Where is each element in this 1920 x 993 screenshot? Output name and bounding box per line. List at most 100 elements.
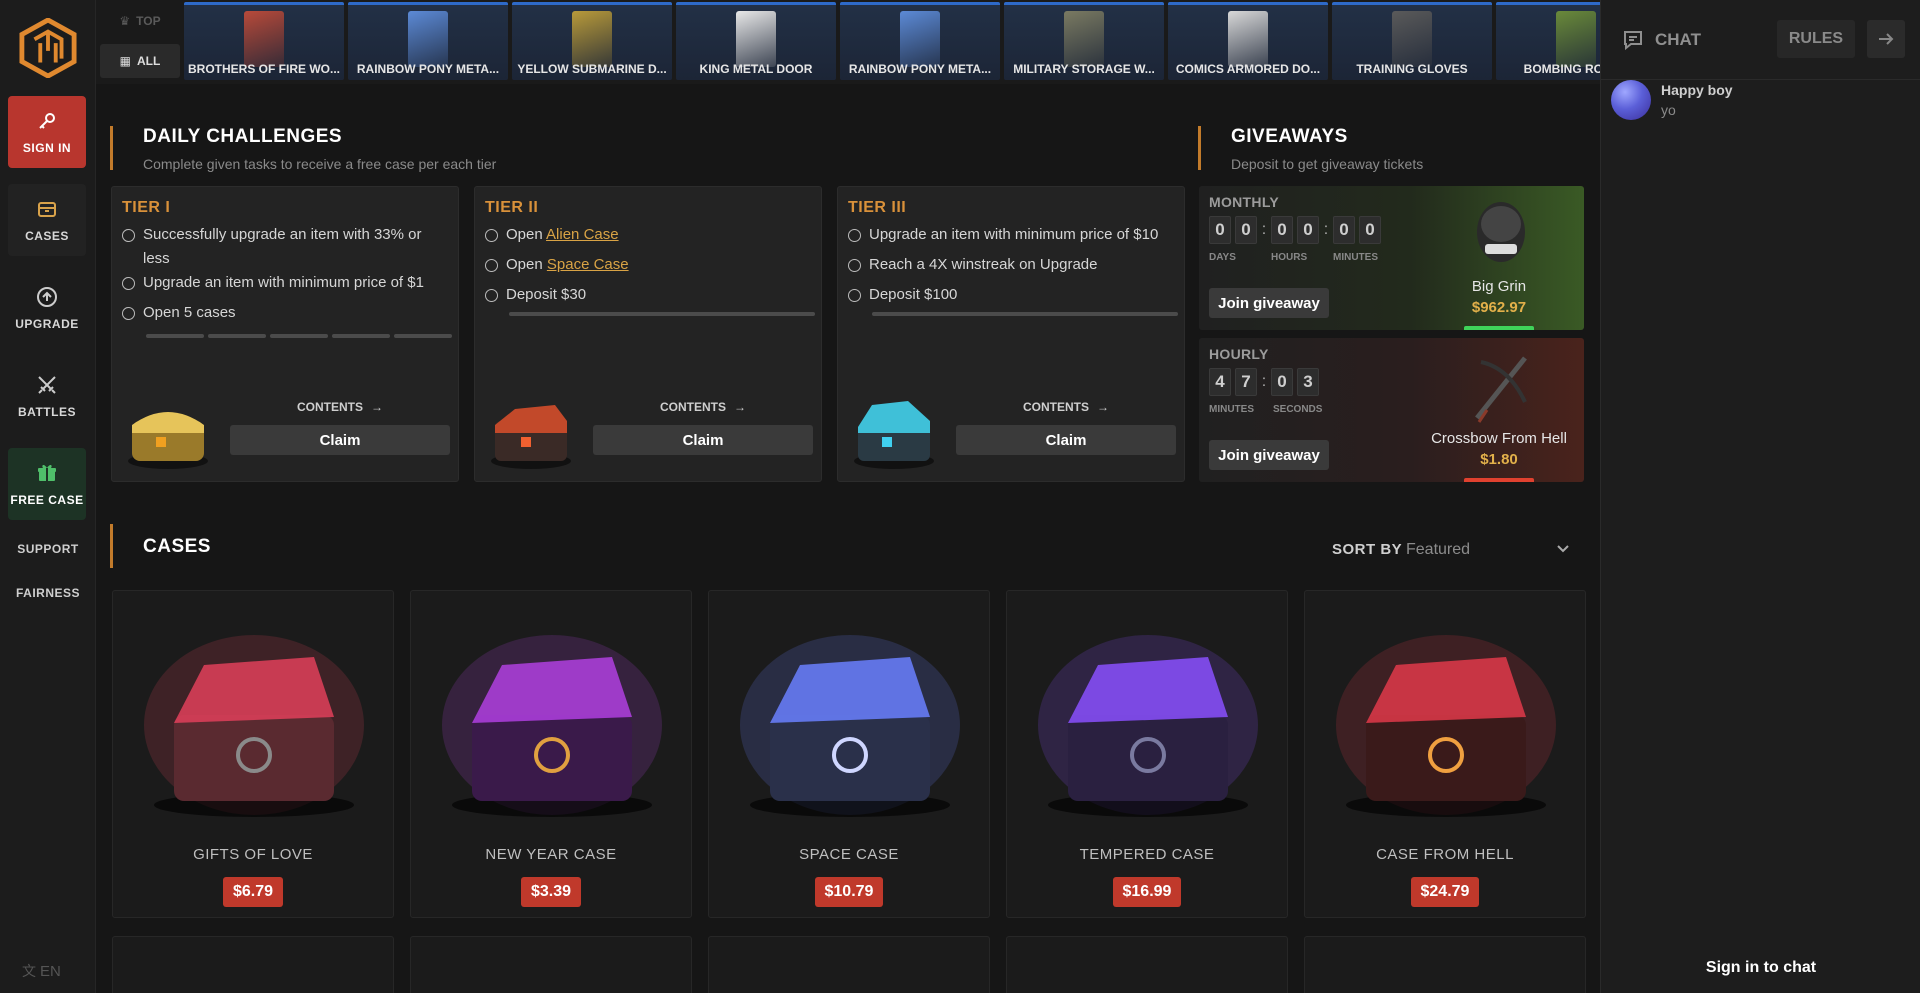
case-image xyxy=(1038,635,1258,817)
drop-item-name: BOMBING ROADS xyxy=(1523,62,1600,76)
avatar[interactable] xyxy=(1611,80,1651,120)
task-item: Deposit $30 xyxy=(485,283,815,307)
contents-link[interactable]: CONTENTS → xyxy=(232,400,448,414)
case-card[interactable]: NEW YEAR CASE $3.39 xyxy=(410,590,692,918)
site-logo[interactable] xyxy=(19,17,77,79)
case-name: SPACE CASE xyxy=(799,846,899,863)
join-giveaway-button[interactable]: Join giveaway xyxy=(1209,288,1329,318)
sidebar: SIGN IN CASES UPGRADE BATTLES FREE CASE … xyxy=(0,0,96,993)
tier-card-3: TIER III Upgrade an item with minimum pr… xyxy=(837,186,1185,482)
claim-button[interactable]: Claim xyxy=(956,425,1176,455)
checkbox-circle-icon xyxy=(848,229,861,242)
sidebar-item-cases[interactable]: CASES xyxy=(8,184,86,256)
contents-link[interactable]: CONTENTS → xyxy=(595,400,811,414)
task-item: Upgrade an item with minimum price of $1… xyxy=(848,223,1178,247)
countdown-digit: 7 xyxy=(1235,368,1257,396)
task-text: Deposit $100 xyxy=(869,286,958,303)
drop-item-name: RAINBOW PONY META... xyxy=(848,62,992,76)
collapse-chat-button[interactable] xyxy=(1867,20,1905,58)
language-selector[interactable]: 文 EN xyxy=(22,961,61,981)
alien-case-link[interactable]: Alien Case xyxy=(546,226,619,243)
case-card[interactable] xyxy=(1304,936,1586,993)
task-text: Upgrade an item with minimum price of $1 xyxy=(143,274,424,291)
live-drop-item[interactable]: BROTHERS OF FIRE WO... xyxy=(184,2,344,80)
live-drop-item[interactable]: COMICS ARMORED DO... xyxy=(1168,2,1328,80)
sidebar-item-upgrade[interactable]: UPGRADE xyxy=(8,272,86,344)
case-card[interactable] xyxy=(112,936,394,993)
drop-item-name: TRAINING GLOVES xyxy=(1356,62,1468,76)
countdown-digit: 0 xyxy=(1209,216,1231,244)
countdown-separator: : xyxy=(1261,373,1267,390)
countdown-separator: : xyxy=(1261,221,1267,238)
prize-image xyxy=(1477,202,1525,262)
sidebar-item-fairness[interactable]: FAIRNESS xyxy=(0,586,96,600)
sort-select[interactable]: Featured xyxy=(1406,541,1470,559)
chevron-down-icon[interactable] xyxy=(1556,541,1570,555)
contents-label: CONTENTS xyxy=(297,400,363,414)
chat-message: Happy boy yo xyxy=(1611,80,1911,124)
live-drop-item[interactable]: RAINBOW PONY META... xyxy=(840,2,1000,80)
live-drop-item[interactable]: MILITARY STORAGE W... xyxy=(1004,2,1164,80)
task-progress xyxy=(872,312,1178,316)
live-drop-item[interactable]: TRAINING GLOVES xyxy=(1332,2,1492,80)
translate-icon: 文 xyxy=(22,963,36,979)
case-image xyxy=(442,635,662,817)
sidebar-item-sign-in[interactable]: SIGN IN xyxy=(8,96,86,168)
case-card[interactable]: GIFTS OF LOVE $6.79 xyxy=(112,590,394,918)
giveaways-title: GIVEAWAYS xyxy=(1231,126,1348,147)
space-case-link[interactable]: Space Case xyxy=(547,256,629,273)
live-drop-item[interactable]: RAINBOW PONY META... xyxy=(348,2,508,80)
drop-item-name: KING METAL DOOR xyxy=(699,62,813,76)
contents-link[interactable]: CONTENTS → xyxy=(958,400,1174,414)
case-card[interactable]: CASE FROM HELL $24.79 xyxy=(1304,590,1586,918)
sidebar-item-free-case[interactable]: FREE CASE xyxy=(8,448,86,520)
rules-button[interactable]: RULES xyxy=(1777,20,1855,58)
live-drop-item[interactable]: KING METAL DOOR xyxy=(676,2,836,80)
drop-item-image xyxy=(572,11,612,67)
tab-all-label: ALL xyxy=(137,54,161,68)
live-drop-item[interactable]: YELLOW SUBMARINE D... xyxy=(512,2,672,80)
task-progress xyxy=(146,334,452,338)
chat-title: CHAT xyxy=(1621,28,1701,52)
sign-in-to-chat-button[interactable]: Sign in to chat xyxy=(1601,959,1920,977)
case-card[interactable]: SPACE CASE $10.79 xyxy=(708,590,990,918)
sidebar-item-battles[interactable]: BATTLES xyxy=(8,360,86,432)
tab-all[interactable]: ▦ ALL xyxy=(100,44,180,78)
case-card[interactable] xyxy=(1006,936,1288,993)
live-drop-item[interactable]: BOMBING ROADS xyxy=(1496,2,1600,80)
sidebar-item-label: BATTLES xyxy=(18,405,76,419)
sidebar-item-label: SIGN IN xyxy=(22,141,72,155)
case-card[interactable]: TEMPERED CASE $16.99 xyxy=(1006,590,1288,918)
task-item: Open Alien Case xyxy=(485,223,815,247)
chat-username[interactable]: Happy boy xyxy=(1661,82,1733,98)
tier1-case-image xyxy=(128,412,208,469)
checkbox-circle-icon xyxy=(485,229,498,242)
cases-header: CASES xyxy=(110,524,211,568)
giveaway-label: HOURLY xyxy=(1209,346,1269,362)
tier-title: TIER III xyxy=(848,199,907,216)
chat-title-label: CHAT xyxy=(1655,30,1701,49)
giveaway-label: MONTHLY xyxy=(1209,194,1280,210)
task-text: Open xyxy=(506,226,547,243)
arrow-up-circle-icon xyxy=(37,287,57,307)
countdown: 4 7 : 0 3 xyxy=(1209,368,1319,396)
claim-button[interactable]: Claim xyxy=(593,425,813,455)
claim-button[interactable]: Claim xyxy=(230,425,450,455)
tab-top[interactable]: ♛ TOP xyxy=(100,4,180,38)
cases-title: CASES xyxy=(143,536,211,557)
countdown-digit: 0 xyxy=(1359,216,1381,244)
countdown-digit: 0 xyxy=(1235,216,1257,244)
case-name: CASE FROM HELL xyxy=(1376,846,1514,863)
contents-label: CONTENTS xyxy=(660,400,726,414)
checkbox-circle-icon xyxy=(485,289,498,302)
sidebar-item-support[interactable]: SUPPORT xyxy=(0,542,96,556)
checkbox-circle-icon xyxy=(485,259,498,272)
challenges-subtitle: Complete given tasks to receive a free c… xyxy=(143,156,497,172)
task-item: Open 5 cases xyxy=(122,301,452,325)
giveaways-header: GIVEAWAYS Deposit to get giveaway ticket… xyxy=(1198,126,1423,172)
case-card[interactable] xyxy=(410,936,692,993)
countdown-digit: 4 xyxy=(1209,368,1231,396)
task-item: Deposit $100 xyxy=(848,283,1178,307)
case-card[interactable] xyxy=(708,936,990,993)
join-giveaway-button[interactable]: Join giveaway xyxy=(1209,440,1329,470)
